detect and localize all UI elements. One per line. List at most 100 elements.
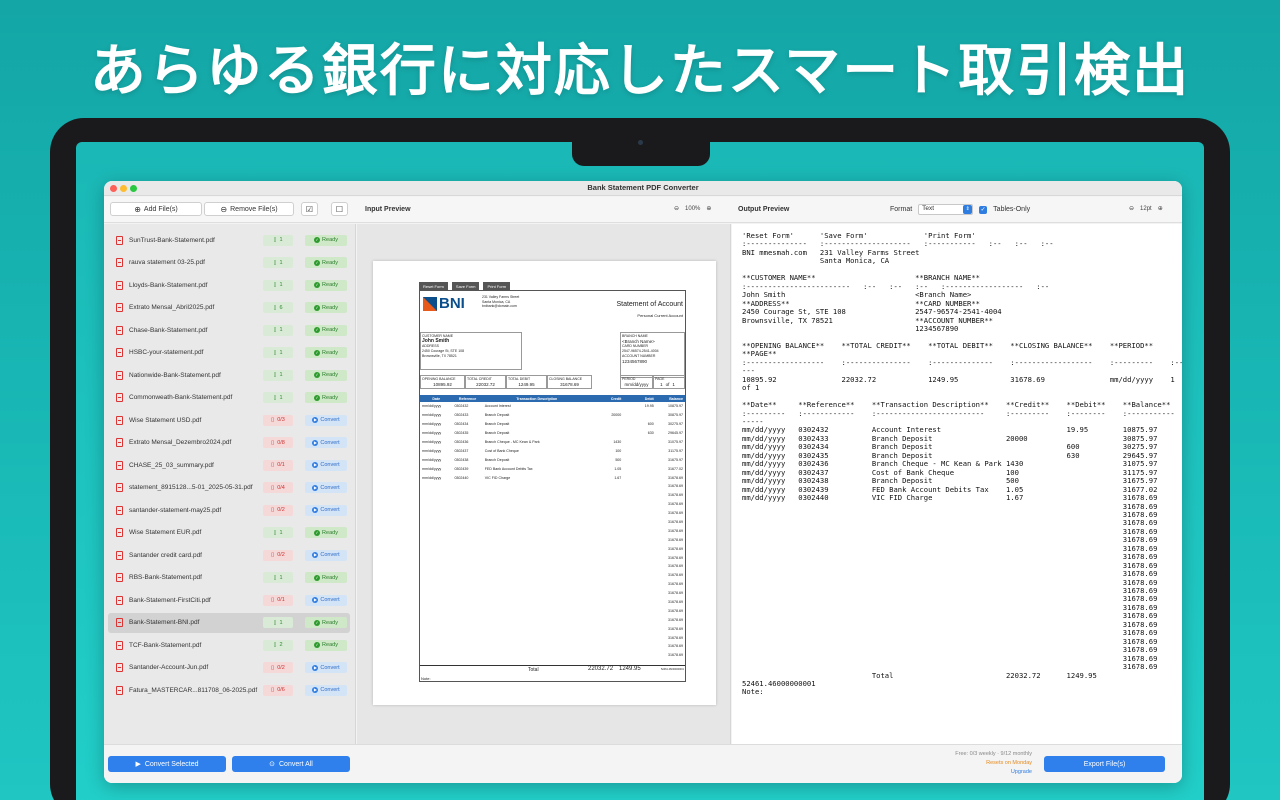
file-list-item[interactable]: CHASE_25_03_summary.pdf ▯ 0/1 ▶ Convert bbox=[108, 455, 350, 475]
file-list-item[interactable]: Extrato Mensal_Dezembro2024.pdf ▯ 0/8 ▶ Conv… bbox=[108, 433, 350, 453]
file-list-item[interactable]: rauva statement 03-25.pdf ▯ 1 ✓ Ready bbox=[108, 253, 350, 273]
convert-file-button[interactable]: ▶ Convert bbox=[305, 482, 347, 493]
remove-files-button[interactable]: ⊖ Remove File(s) bbox=[204, 202, 294, 216]
title-bar: Bank Statement PDF Converter bbox=[104, 181, 1182, 196]
file-name: Chase-Bank-Statement.pdf bbox=[129, 326, 208, 334]
convert-file-button[interactable]: ▶ Convert bbox=[305, 437, 347, 448]
page-count: 1 bbox=[279, 529, 283, 536]
file-list-item[interactable]: Bank-Statement-FirstCiti.pdf ▯ 0/1 ▶ Convert bbox=[108, 590, 350, 610]
convert-file-button[interactable]: ▶ Convert bbox=[305, 662, 347, 673]
column-header: Credit bbox=[590, 395, 624, 402]
balance-cell: 31678.69 bbox=[668, 644, 683, 649]
table-cell bbox=[452, 500, 482, 509]
page-count-badge: ▯ 1 bbox=[263, 257, 293, 268]
column-header: Reference bbox=[452, 395, 483, 402]
table-cell bbox=[452, 642, 482, 651]
table-cell bbox=[623, 642, 655, 651]
table-row: 31678.69 bbox=[420, 535, 685, 544]
convert-file-button[interactable]: ▶ Convert bbox=[305, 594, 347, 606]
page-count: 0/2 bbox=[277, 507, 285, 513]
format-select[interactable]: Text ⇕ bbox=[918, 204, 974, 215]
balance-cell: 31678.69 bbox=[668, 617, 683, 622]
tables-only-checkbox[interactable]: ✓ bbox=[979, 205, 988, 214]
table-row: 31678.69 bbox=[420, 598, 685, 607]
table-cell: VIC FID Charge bbox=[484, 475, 511, 480]
table-cell bbox=[452, 651, 482, 660]
upgrade-link[interactable]: Upgrade bbox=[955, 768, 1032, 777]
file-list-item[interactable]: TCF-Bank-Statement.pdf ▯ 2 ✓ Ready bbox=[108, 635, 350, 655]
table-row: 31678.69 bbox=[420, 633, 685, 642]
convert-file-button[interactable]: ▶ Convert bbox=[305, 504, 347, 516]
file-list-item[interactable]: santander-statement-may25.pdf ▯ 0/2 ▶ Conver… bbox=[108, 500, 350, 520]
format-select-value: Text bbox=[922, 205, 935, 212]
zoom-out-icon[interactable]: ⊖ bbox=[674, 205, 679, 212]
file-list-item[interactable]: Wise Statement USD.pdf ▯ 0/3 ▶ Convert bbox=[108, 410, 350, 430]
table-cell bbox=[420, 633, 452, 642]
file-list-item[interactable]: RBS-Bank-Statement.pdf ▯ 1 ✓ Ready bbox=[108, 568, 350, 588]
export-files-button[interactable]: Export File(s) bbox=[1044, 756, 1165, 772]
checkmark-icon: ✓ bbox=[314, 259, 321, 266]
table-row: 31678.69 bbox=[420, 518, 685, 527]
page-count-badge: ▯ 0/1 bbox=[263, 594, 293, 606]
file-list-item[interactable]: Chase-Bank-Statement.pdf ▯ 1 ✓ Ready bbox=[108, 320, 350, 340]
deselect-all-checkbox[interactable]: ☐ bbox=[331, 202, 348, 216]
output-zoom-controls: ⊖ 12pt ⊕ bbox=[1129, 205, 1163, 213]
file-list-item[interactable]: Santander credit card.pdf ▯ 0/2 ▶ Convert bbox=[108, 545, 350, 565]
file-list-item[interactable]: HSBC-your-statement.pdf ▯ 1 ✓ Ready bbox=[108, 343, 350, 363]
file-list-item[interactable]: Santander-Account-Jun.pdf ▯ 0/2 ▶ Convert bbox=[108, 658, 350, 678]
table-cell: mm/dd/yyyy bbox=[422, 404, 442, 409]
page-count: 1 bbox=[279, 394, 283, 401]
table-cell bbox=[623, 526, 655, 535]
summary-box: PERIOD mm/dd/yyyy bbox=[620, 375, 653, 389]
table-cell bbox=[591, 518, 623, 527]
table-cell: Branch Deposit bbox=[484, 457, 510, 462]
status-label: Convert bbox=[320, 439, 340, 446]
checkmark-icon: ✓ bbox=[314, 642, 321, 648]
table-cell bbox=[452, 509, 482, 518]
checkmark-icon: ✓ bbox=[314, 304, 321, 311]
table-cell bbox=[420, 544, 452, 553]
page-count: 6 bbox=[279, 304, 283, 311]
pdf-page: Reset Form Save Form Print Form BNI 231 Va… bbox=[373, 261, 716, 705]
bni-logo: BNI bbox=[423, 295, 465, 312]
table-cell bbox=[591, 571, 623, 580]
convert-file-button[interactable]: ▶ Convert bbox=[305, 684, 347, 696]
status-label: Ready bbox=[322, 529, 338, 536]
file-list-item[interactable]: Wise Statement EUR.pdf ▯ 1 ✓ Ready bbox=[108, 523, 350, 543]
zoom-in-icon[interactable]: ⊕ bbox=[706, 205, 711, 212]
file-list-item[interactable]: Nationwide-Bank-Statement.pdf ▯ 1 ✓ Ready bbox=[108, 365, 350, 385]
output-preview-pane[interactable]: 'Reset Form' 'Save Form' 'Print Form' :-… bbox=[732, 224, 1182, 744]
convert-file-button[interactable]: ▶ Convert bbox=[305, 549, 347, 561]
convert-file-button[interactable]: ▶ Convert bbox=[305, 459, 347, 471]
add-files-button[interactable]: ⊕ Add File(s) bbox=[110, 202, 202, 216]
file-name: Santander credit card.pdf bbox=[129, 551, 202, 559]
font-smaller-icon[interactable]: ⊖ bbox=[1129, 205, 1134, 212]
balance-cell: 31678.69 bbox=[668, 600, 683, 605]
ready-status-badge: ✓ Ready bbox=[305, 369, 347, 381]
play-circle-icon: ⊙ bbox=[269, 761, 275, 768]
file-list-item[interactable]: Extrato Mensal_Abril2025.pdf ▯ 6 ✓ Ready bbox=[108, 298, 350, 318]
table-row: 31678.69 bbox=[420, 606, 685, 615]
convert-all-button[interactable]: ⊙ Convert All bbox=[232, 756, 350, 772]
page-count: 2 bbox=[279, 642, 283, 648]
pdf-file-icon bbox=[116, 280, 123, 290]
file-list-item[interactable]: statement_8915128...5-01_2025-05-31.pdf ▯… bbox=[108, 478, 350, 498]
file-list-item[interactable]: SunTrust-Bank-Statement.pdf ▯ 1 ✓ Ready bbox=[108, 230, 350, 250]
page-icon: ▯ bbox=[273, 282, 277, 288]
file-name: Santander-Account-Jun.pdf bbox=[129, 664, 209, 671]
page-count: 0/1 bbox=[277, 597, 285, 603]
convert-file-button[interactable]: ▶ Convert bbox=[305, 414, 347, 426]
page-indicator-part: 1 bbox=[672, 382, 675, 387]
bni-logo-mark bbox=[423, 296, 437, 311]
play-icon: ▶ bbox=[312, 417, 319, 423]
table-cell bbox=[623, 518, 655, 527]
table-cell: 30875.97 bbox=[668, 413, 683, 418]
file-list-item[interactable]: Commonweath-Bank-Statement.pdf ▯ 1 ✓ Ready bbox=[108, 388, 350, 408]
file-list-item[interactable]: Bank-Statement-BNI.pdf ▯ 1 ✓ Ready bbox=[108, 612, 350, 633]
file-list-item[interactable]: Fatura_MASTERCAR...811708_06-2025.pdf ▯ 0/… bbox=[108, 680, 350, 700]
select-all-checkbox[interactable]: ☑ bbox=[301, 202, 318, 216]
font-larger-icon[interactable]: ⊕ bbox=[1158, 205, 1163, 212]
convert-selected-button[interactable]: ▶ Convert Selected bbox=[108, 756, 226, 772]
file-list-item[interactable]: Lloyds-Bank-Statement.pdf ▯ 1 ✓ Ready bbox=[108, 275, 350, 295]
table-cell bbox=[623, 500, 655, 509]
